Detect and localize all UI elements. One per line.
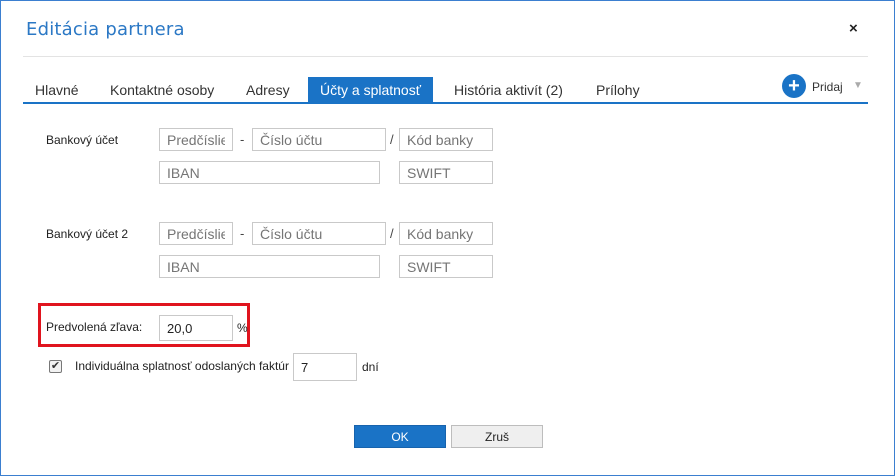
bank2-slash: / [390, 226, 394, 241]
bank1-account-input[interactable] [252, 128, 386, 151]
close-icon[interactable]: × [849, 20, 858, 37]
bank2-swift-input[interactable] [399, 255, 493, 278]
discount-unit: % [237, 321, 248, 335]
bank-account-1-label: Bankový účet [46, 133, 119, 147]
tab-underline [23, 102, 868, 104]
bank2-iban-input[interactable] [159, 255, 380, 278]
tab-ucty-a-splatnost[interactable]: Účty a splatnosť [308, 77, 433, 102]
title-divider [23, 56, 868, 57]
dialog-title: Editácia partnera [26, 19, 185, 40]
discount-input[interactable] [159, 315, 233, 341]
ok-button[interactable]: OK [354, 425, 446, 448]
tab-kontaktne-osoby[interactable]: Kontaktné osoby [110, 77, 214, 102]
bank2-account-input[interactable] [252, 222, 386, 245]
bank2-bank-code-input[interactable] [399, 222, 493, 245]
bank1-dash: - [240, 132, 245, 147]
individual-due-checkbox[interactable]: ✔ [49, 360, 62, 373]
bank1-slash: / [390, 132, 394, 147]
cancel-button[interactable]: Zruš [451, 425, 543, 448]
edit-partner-dialog: Editácia partnera × Hlavné Kontaktné oso… [0, 0, 895, 476]
bank2-prefix-input[interactable] [159, 222, 233, 245]
tab-prilohy[interactable]: Prílohy [596, 77, 640, 102]
bank1-iban-input[interactable] [159, 161, 380, 184]
due-days-input[interactable] [293, 353, 357, 381]
due-days-unit: dní [362, 360, 379, 374]
individual-due-label: Individuálna splatnosť odoslaných faktúr [75, 359, 289, 373]
bank1-bank-code-input[interactable] [399, 128, 493, 151]
chevron-down-icon[interactable]: ▼ [853, 80, 863, 91]
add-button-label[interactable]: Pridaj [812, 80, 843, 94]
tab-historia-aktivit[interactable]: História aktivít (2) [454, 77, 563, 102]
plus-circle-icon[interactable]: + [782, 74, 806, 98]
discount-label: Predvolená zľava: [46, 320, 143, 334]
bank-account-2-label: Bankový účet 2 [46, 227, 129, 241]
bank1-prefix-input[interactable] [159, 128, 233, 151]
tab-hlavne[interactable]: Hlavné [35, 77, 79, 102]
bank1-swift-input[interactable] [399, 161, 493, 184]
tab-adresy[interactable]: Adresy [246, 77, 290, 102]
bank2-dash: - [240, 226, 245, 241]
